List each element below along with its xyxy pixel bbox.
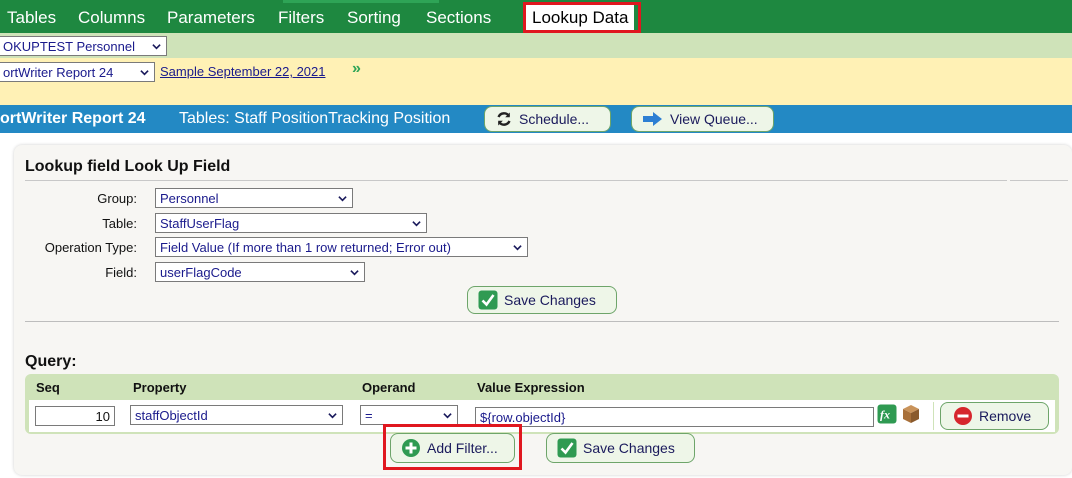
lookup-title: Lookup field Look Up Field	[25, 158, 231, 175]
report-select-value: ortWriter Report 24	[3, 65, 114, 80]
title-divider	[25, 180, 1007, 181]
chevron-down-icon	[328, 413, 337, 419]
operation-type-label: Operation Type:	[44, 240, 137, 255]
column-header-seq: Seq	[36, 380, 60, 395]
chevron-down-icon	[350, 270, 359, 276]
view-queue-button-label: View Queue...	[670, 111, 758, 127]
tab-parameters[interactable]: Parameters	[167, 8, 255, 28]
lookup-table-select[interactable]: StaffUserFlag	[155, 213, 427, 233]
chevron-down-icon	[513, 245, 522, 251]
operand-value: =	[365, 408, 373, 423]
chevron-down-icon	[140, 70, 149, 76]
save-changes-button-query[interactable]: Save Changes	[546, 433, 695, 463]
operand-select[interactable]: =	[360, 405, 458, 425]
chevron-down-icon	[412, 221, 421, 227]
report-version-link[interactable]: Sample September 22, 2021	[160, 64, 326, 79]
chevron-down-icon	[338, 196, 347, 202]
lookup-table-value: StaffUserFlag	[160, 216, 240, 231]
group-select-value: OKUPTEST Personnel	[3, 39, 135, 54]
property-select[interactable]: staffObjectId	[130, 405, 343, 425]
report-title: ortWriter Report 24	[0, 110, 146, 127]
lookup-group-select[interactable]: Personnel	[155, 188, 353, 208]
tab-columns[interactable]: Columns	[78, 8, 145, 28]
save-changes-label-lookup: Save Changes	[504, 292, 596, 308]
refresh-icon	[497, 112, 511, 126]
value-expression-input[interactable]: ${row.objectId}	[475, 407, 874, 427]
table-label: Table:	[102, 216, 137, 231]
plus-circle-icon	[402, 439, 420, 457]
add-filter-button[interactable]: Add Filter...	[390, 433, 515, 463]
checkmark-icon	[557, 438, 577, 458]
function-icon[interactable]: fx	[877, 404, 897, 424]
save-changes-label-query: Save Changes	[583, 440, 675, 456]
schedule-button-label: Schedule...	[519, 111, 590, 127]
tab-lookup-data[interactable]: Lookup Data	[526, 3, 635, 33]
tab-sorting[interactable]: Sorting	[347, 8, 401, 28]
report-select[interactable]: ortWriter Report 24	[0, 62, 155, 82]
remove-button[interactable]: Remove	[940, 402, 1049, 430]
view-queue-button[interactable]: View Queue...	[631, 106, 774, 132]
seq-input[interactable]: 10	[35, 406, 115, 426]
minus-circle-icon	[954, 407, 972, 425]
column-header-property: Property	[133, 380, 187, 395]
checkmark-icon	[478, 290, 498, 310]
report-tables: Tables: Staff PositionTracking Position	[179, 110, 451, 127]
tab-filters[interactable]: Filters	[278, 8, 324, 28]
chevron-down-icon	[443, 413, 452, 419]
section-divider	[25, 321, 1059, 322]
group-select[interactable]: OKUPTEST Personnel	[0, 36, 167, 56]
query-label: Query:	[25, 353, 77, 370]
tab-sections[interactable]: Sections	[426, 8, 491, 28]
tab-tables[interactable]: Tables	[7, 8, 56, 28]
lookup-group-value: Personnel	[160, 191, 219, 206]
svg-text:fx: fx	[880, 408, 890, 422]
save-changes-button-lookup[interactable]: Save Changes	[467, 286, 617, 314]
remove-button-label: Remove	[979, 408, 1032, 424]
schedule-button[interactable]: Schedule...	[484, 106, 611, 132]
title-divider-end	[1010, 180, 1068, 181]
operation-type-value: Field Value (If more than 1 row returned…	[160, 240, 451, 255]
field-label: Field:	[105, 265, 137, 280]
column-header-value-expression: Value Expression	[477, 380, 585, 395]
package-icon[interactable]	[900, 403, 922, 425]
top-navigation: Tables Columns Parameters Filters Sortin…	[0, 0, 1072, 33]
tab-indicator	[283, 0, 439, 3]
lookup-field-select[interactable]: userFlagCode	[155, 262, 365, 282]
chevron-down-icon	[152, 44, 161, 50]
add-filter-button-label: Add Filter...	[427, 440, 498, 456]
operation-type-select[interactable]: Field Value (If more than 1 row returned…	[155, 237, 528, 257]
arrow-right-icon	[643, 112, 662, 126]
group-label: Group:	[97, 191, 137, 206]
lookup-field-value: userFlagCode	[160, 265, 242, 280]
column-header-operand: Operand	[362, 380, 416, 395]
property-value: staffObjectId	[135, 408, 208, 423]
double-chevron-right-icon[interactable]: »	[352, 60, 361, 78]
